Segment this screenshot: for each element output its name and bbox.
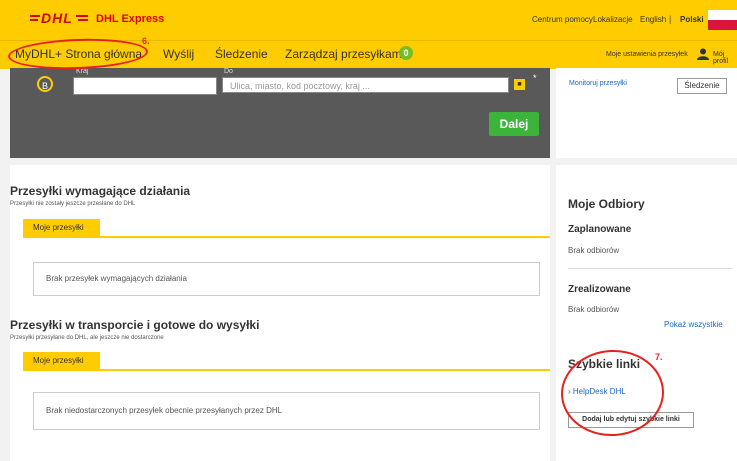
pickups-divider — [568, 268, 733, 269]
actions-required-title: Przesyłki wymagające działania — [10, 184, 191, 198]
monitor-shipments-link[interactable]: Monitoruj przesyłki — [569, 80, 627, 87]
address-label: Do — [224, 68, 233, 75]
my-shipments-tab-2[interactable]: Moje przesyłki — [23, 352, 100, 369]
address-input[interactable]: Ulica, miasto, kod pocztowy, kraj ... — [222, 77, 509, 93]
nav-tracking[interactable]: Śledzenie — [215, 47, 268, 61]
actions-required-empty: Brak przesyłek wymagających działania — [33, 262, 540, 296]
in-transit-empty: Brak niedostarczonych przesyłek obecnie … — [33, 392, 540, 430]
show-all-link[interactable]: Pokaż wszystkie — [664, 320, 723, 329]
next-button[interactable]: Dalej — [489, 112, 539, 136]
planned-title: Zaplanowane — [568, 224, 632, 235]
english-link[interactable]: English — [640, 15, 666, 24]
locations-link[interactable]: Lokalizacje — [593, 15, 633, 24]
planned-text: Brak odbiorów — [568, 246, 620, 255]
address-book-icon[interactable]: ■ — [514, 79, 525, 90]
profile-link[interactable]: Mój profil — [713, 51, 737, 65]
tab-underline-2 — [23, 369, 550, 371]
tab-underline-1 — [23, 236, 550, 238]
in-transit-subtitle: Przesyłki przesyłane do DHL, ale jeszcze… — [10, 335, 164, 341]
help-center-link[interactable]: Centrum pomocy — [532, 15, 593, 24]
manage-count-badge: 0 — [399, 46, 413, 60]
pickups-title: Moje Odbiory — [568, 197, 645, 211]
country-label: Kraj — [76, 68, 89, 75]
shipment-settings-link[interactable]: Moje ustawienia przesyłek — [606, 51, 688, 58]
completed-text: Brak odbiorów — [568, 305, 620, 314]
actions-required-subtitle: Przesyłki nie zostały jeszcze przesłane … — [10, 201, 136, 207]
poland-flag-icon[interactable] — [708, 10, 737, 30]
nav-ship[interactable]: Wyślij — [163, 47, 194, 61]
nav-manage-shipments[interactable]: Zarządzaj przesyłkami — [285, 47, 404, 61]
polish-link[interactable]: Polski — [680, 15, 704, 24]
dhl-logo[interactable]: DHL — [30, 10, 88, 25]
user-icon[interactable] — [697, 48, 709, 60]
track-button[interactable]: Śledzenie — [677, 78, 727, 94]
destination-badge: B — [37, 76, 53, 92]
annotation-mark-6: 6. — [142, 36, 150, 46]
country-input[interactable] — [73, 77, 217, 95]
annotation-mark-7: 7. — [655, 352, 663, 362]
svg-text:DHL: DHL — [41, 10, 73, 25]
required-asterisk: * — [533, 73, 537, 83]
language-separator: | — [669, 14, 672, 24]
brand-name: DHL Express — [96, 13, 165, 25]
completed-title: Zrealizowane — [568, 284, 631, 295]
in-transit-title: Przesyłki w transporcie i gotowe do wysy… — [10, 318, 260, 332]
my-shipments-tab-1[interactable]: Moje przesyłki — [23, 219, 100, 236]
